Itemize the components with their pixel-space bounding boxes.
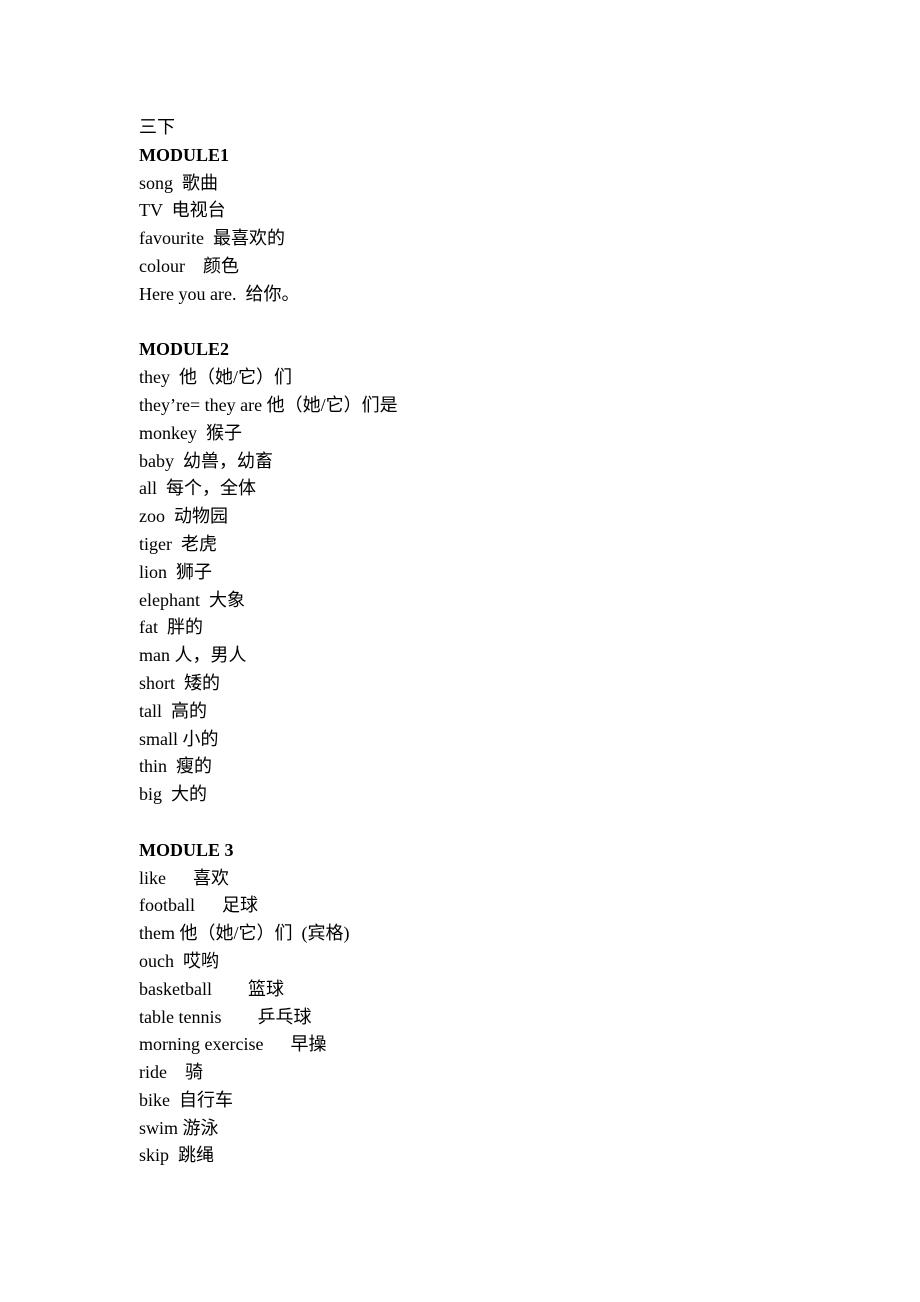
vocab-entry: ride 骑 <box>139 1062 203 1083</box>
vocab-entry: small 小的 <box>139 728 219 749</box>
vocab-entry: table tennis 乒乓球 <box>139 1006 312 1027</box>
vocab-entry: Here you are. 给你。 <box>139 283 300 304</box>
vocab-entry: colour 颜色 <box>139 255 239 276</box>
vocab-entry: they 他（她/它）们 <box>139 367 292 388</box>
module-heading: MODULE1 <box>139 144 229 165</box>
module-2-section: MODULE2 they 他（她/它）们 they’re= they are 他… <box>139 336 839 809</box>
vocab-entry: TV 电视台 <box>139 200 226 221</box>
vocab-entry: tiger 老虎 <box>139 533 217 554</box>
vocab-entry: favourite 最喜欢的 <box>139 228 285 249</box>
vocab-entry: they’re= they are 他（她/它）们是 <box>139 394 398 415</box>
module-1-section: MODULE1 song 歌曲 TV 电视台 favourite 最喜欢的 co… <box>139 142 839 309</box>
module-3-section: MODULE 3 like 喜欢 football 足球 them 他（她/它）… <box>139 837 839 1171</box>
vocab-entry: bike 自行车 <box>139 1089 233 1110</box>
vocab-entry: elephant 大象 <box>139 589 245 610</box>
vocab-entry: zoo 动物园 <box>139 506 228 527</box>
vocab-entry: man 人，男人 <box>139 645 247 666</box>
vocab-entry: them 他（她/它）们 (宾格) <box>139 923 350 944</box>
vocab-entry: basketball 篮球 <box>139 978 284 999</box>
vocab-entry: song 歌曲 <box>139 172 219 193</box>
module-heading: MODULE2 <box>139 339 229 360</box>
vocab-entry: big 大的 <box>139 784 208 805</box>
module-heading: MODULE 3 <box>139 839 234 860</box>
vocab-entry: morning exercise 早操 <box>139 1034 327 1055</box>
vocab-entry: ouch 哎哟 <box>139 950 219 971</box>
vocab-entry: lion 狮子 <box>139 561 213 582</box>
document-title: 三下 <box>139 117 175 137</box>
vocab-entry: like 喜欢 <box>139 867 229 888</box>
vocab-entry: thin 瘦的 <box>139 756 213 777</box>
vocab-entry: baby 幼兽，幼畜 <box>139 450 273 471</box>
vocab-entry: swim 游泳 <box>139 1117 219 1138</box>
vocab-entry: tall 高的 <box>139 700 207 721</box>
vocab-entry: fat 胖的 <box>139 617 203 638</box>
vocab-entry: skip 跳绳 <box>139 1145 215 1166</box>
vocab-entry: short 矮的 <box>139 672 220 693</box>
document-page: 三下 MODULE1 song 歌曲 TV 电视台 favourite 最喜欢的… <box>139 114 839 1170</box>
vocab-entry: monkey 猴子 <box>139 422 242 443</box>
vocab-entry: football 足球 <box>139 895 258 916</box>
vocab-entry: all 每个，全体 <box>139 478 256 499</box>
